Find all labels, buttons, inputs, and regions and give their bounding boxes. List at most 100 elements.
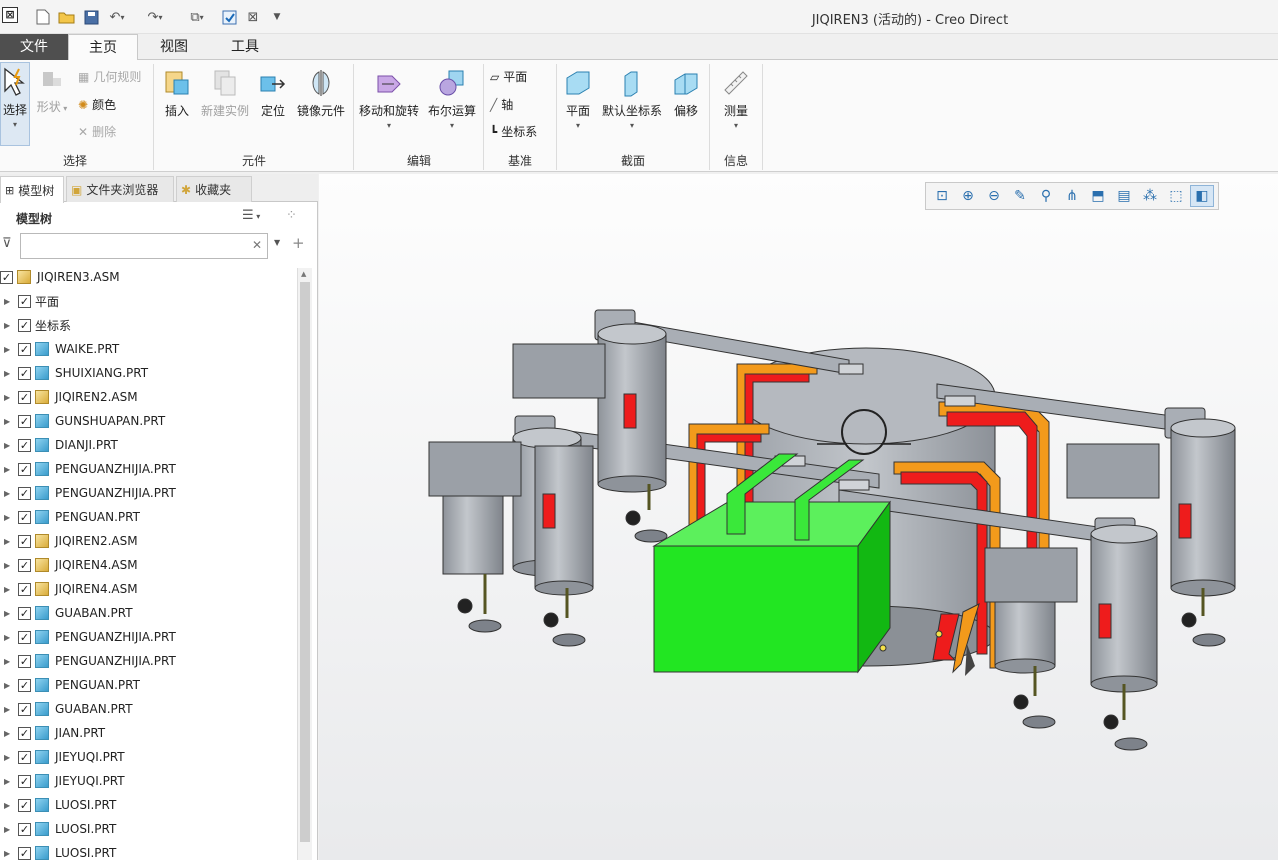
visibility-checkbox[interactable]: ✓ xyxy=(18,702,31,716)
tab-model-tree[interactable]: ⊞ 模型树 xyxy=(0,176,64,203)
visibility-checkbox[interactable]: ✓ xyxy=(18,438,31,452)
expand-icon[interactable]: ▶ xyxy=(4,393,14,402)
tab-file[interactable]: 文件 xyxy=(0,34,68,60)
app-logo-icon[interactable]: ⊠ xyxy=(2,7,18,23)
tree-row[interactable]: ▶ ✓ JIEYUQI.PRT xyxy=(0,745,125,769)
expand-icon[interactable]: ▶ xyxy=(4,705,14,714)
visibility-checkbox[interactable]: ✓ xyxy=(18,654,31,668)
tree-row[interactable]: ▶ ✓ LUOSI.PRT xyxy=(0,793,116,817)
visibility-checkbox[interactable]: ✓ xyxy=(18,510,31,524)
measure-button[interactable]: 测量 ▾ xyxy=(716,68,756,130)
visibility-checkbox[interactable]: ✓ xyxy=(18,318,31,332)
visibility-checkbox[interactable]: ✓ xyxy=(0,270,13,284)
tree-row[interactable]: ▶ ✓ JIAN.PRT xyxy=(0,721,105,745)
mirror-component-button[interactable]: 镜像元件 xyxy=(294,68,348,119)
datum-axis-button[interactable]: ╱ 轴 xyxy=(490,96,513,113)
expand-icon[interactable]: ▶ xyxy=(4,777,14,786)
tree-row[interactable]: ▶ ✓ SHUIXIANG.PRT xyxy=(0,361,148,385)
new-icon[interactable] xyxy=(34,7,52,27)
expand-icon[interactable]: ▶ xyxy=(4,537,14,546)
tree-row[interactable]: ▶ ✓ JIQIREN2.ASM xyxy=(0,529,138,553)
visibility-checkbox[interactable]: ✓ xyxy=(18,462,31,476)
expand-icon[interactable]: ▶ xyxy=(4,657,14,666)
tree-row[interactable]: ▶ ✓ GUABAN.PRT xyxy=(0,697,133,721)
color-button[interactable]: ✺ 颜色 xyxy=(78,96,116,113)
tree-settings-icon[interactable]: ☰ ▾ xyxy=(242,208,260,223)
delete-button[interactable]: ✕ 删除 xyxy=(78,123,116,140)
customize-icon[interactable]: ▼ xyxy=(270,7,284,27)
expand-icon[interactable]: ▶ xyxy=(4,417,14,426)
tree-scrollbar[interactable]: ▲ xyxy=(297,268,312,860)
tree-row[interactable]: ▶ ✓ WAIKE.PRT xyxy=(0,337,119,361)
expand-icon[interactable]: ▶ xyxy=(4,801,14,810)
tree-row[interactable]: ▶ ✓ JIQIREN4.ASM xyxy=(0,577,138,601)
undo-icon[interactable]: ↶ ▾ xyxy=(106,7,128,27)
tree-row[interactable]: ▶ ✓ PENGUANZHIJIA.PRT xyxy=(0,481,176,505)
save-icon[interactable] xyxy=(82,7,100,27)
expand-icon[interactable]: ▶ xyxy=(4,681,14,690)
visibility-checkbox[interactable]: ✓ xyxy=(18,726,31,740)
clear-filter-icon[interactable]: ✕ xyxy=(252,238,262,252)
tree-row[interactable]: ✓ JIQIREN3.ASM xyxy=(0,265,120,289)
tree-row[interactable]: ▶ ✓ GUNSHUAPAN.PRT xyxy=(0,409,165,433)
tree-row[interactable]: ▶ ✓ PENGUAN.PRT xyxy=(0,505,140,529)
tree-row[interactable]: ▶ ✓ LUOSI.PRT xyxy=(0,841,116,860)
visibility-checkbox[interactable]: ✓ xyxy=(18,846,31,860)
tree-filter-input[interactable] xyxy=(20,233,268,259)
expand-icon[interactable]: ▶ xyxy=(4,849,14,858)
expand-icon[interactable]: ▶ xyxy=(4,345,14,354)
scroll-thumb[interactable] xyxy=(300,282,310,842)
default-csys-button[interactable]: 默认坐标系 ▾ xyxy=(600,68,664,130)
regenerate-icon[interactable] xyxy=(220,7,238,27)
tree-row[interactable]: ▶ ✓ 平面 xyxy=(0,289,59,313)
select-button[interactable]: 选择 ▾ xyxy=(0,62,30,146)
expand-icon[interactable]: ▶ xyxy=(4,513,14,522)
tree-row[interactable]: ▶ ✓ JIQIREN4.ASM xyxy=(0,553,138,577)
tree-columns-icon[interactable]: ⁘ xyxy=(286,208,297,223)
expand-icon[interactable]: ▶ xyxy=(4,633,14,642)
visibility-checkbox[interactable]: ✓ xyxy=(18,606,31,620)
redo-icon[interactable]: ↷ ▾ xyxy=(144,7,166,27)
robot-model[interactable] xyxy=(319,174,1278,860)
expand-icon[interactable]: ▶ xyxy=(4,369,14,378)
tree-row[interactable]: ▶ ✓ PENGUANZHIJIA.PRT xyxy=(0,625,176,649)
expand-icon[interactable]: ▶ xyxy=(4,585,14,594)
expand-icon[interactable]: ▶ xyxy=(4,297,14,306)
tab-folder-browser[interactable]: ▣ 文件夹浏览器 xyxy=(66,176,174,202)
visibility-checkbox[interactable]: ✓ xyxy=(18,822,31,836)
offset-button[interactable]: 偏移 xyxy=(668,68,704,119)
visibility-checkbox[interactable]: ✓ xyxy=(18,750,31,764)
visibility-checkbox[interactable]: ✓ xyxy=(18,366,31,380)
insert-button[interactable]: 插入 xyxy=(158,68,196,119)
tab-home[interactable]: 主页 xyxy=(68,34,138,61)
expand-icon[interactable]: ▶ xyxy=(4,321,14,330)
visibility-checkbox[interactable]: ✓ xyxy=(18,678,31,692)
datum-csys-button[interactable]: ┗ 坐标系 xyxy=(490,123,537,140)
new-instance-button[interactable]: 新建实例 xyxy=(198,68,252,119)
locate-button[interactable]: 定位 xyxy=(256,68,290,119)
visibility-checkbox[interactable]: ✓ xyxy=(18,558,31,572)
tree-row[interactable]: ▶ ✓ JIQIREN2.ASM xyxy=(0,385,138,409)
tree-row[interactable]: ▶ ✓ LUOSI.PRT xyxy=(0,817,116,841)
windows-icon[interactable]: ⧉ ▾ xyxy=(182,7,212,27)
expand-icon[interactable]: ▶ xyxy=(4,465,14,474)
expand-icon[interactable]: ▶ xyxy=(4,489,14,498)
tree-row[interactable]: ▶ ✓ PENGUANZHIJIA.PRT xyxy=(0,649,176,673)
datum-plane-button[interactable]: ▱ 平面 xyxy=(490,68,527,85)
scroll-up-icon[interactable]: ▲ xyxy=(301,270,306,278)
expand-icon[interactable]: ▶ xyxy=(4,729,14,738)
tree-row[interactable]: ▶ ✓ PENGUAN.PRT xyxy=(0,673,140,697)
visibility-checkbox[interactable]: ✓ xyxy=(18,534,31,548)
add-filter-icon[interactable]: + xyxy=(292,234,305,252)
visibility-checkbox[interactable]: ✓ xyxy=(18,294,31,308)
expand-icon[interactable]: ▶ xyxy=(4,441,14,450)
visibility-checkbox[interactable]: ✓ xyxy=(18,486,31,500)
visibility-checkbox[interactable]: ✓ xyxy=(18,582,31,596)
tree-row[interactable]: ▶ ✓ PENGUANZHIJIA.PRT xyxy=(0,457,176,481)
visibility-checkbox[interactable]: ✓ xyxy=(18,342,31,356)
shape-button[interactable]: 形状 ▾ xyxy=(32,64,72,115)
visibility-checkbox[interactable]: ✓ xyxy=(18,390,31,404)
boolean-button[interactable]: 布尔运算 ▾ xyxy=(424,68,480,130)
open-icon[interactable] xyxy=(58,7,76,27)
close-window-icon[interactable]: ⊠ xyxy=(244,7,262,27)
